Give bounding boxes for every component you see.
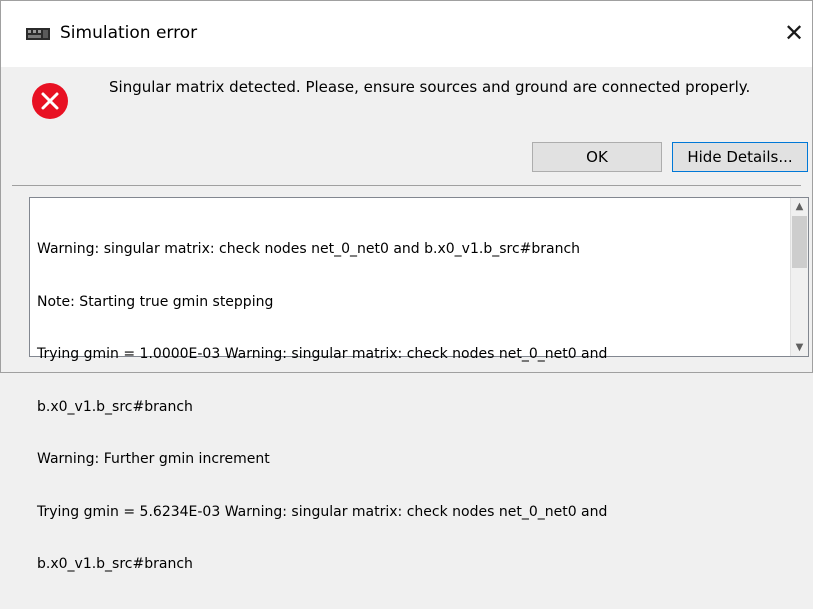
ok-button[interactable]: OK xyxy=(532,142,662,172)
title-bar: Simulation error ✕ xyxy=(1,1,812,67)
error-circle-x-icon xyxy=(32,83,68,119)
scroll-up-arrow-icon[interactable]: ▲ xyxy=(791,198,808,215)
scroll-thumb[interactable] xyxy=(792,216,807,268)
log-line: b.x0_v1.b_src#branch xyxy=(37,556,193,572)
log-line: b.x0_v1.b_src#branch xyxy=(37,398,193,415)
hide-details-button[interactable]: Hide Details... xyxy=(672,142,808,172)
close-button[interactable]: ✕ xyxy=(781,19,807,47)
log-line: Trying gmin = 5.6234E-03 Warning: singul… xyxy=(37,503,608,520)
details-log: Warning: singular matrix: check nodes ne… xyxy=(37,206,797,609)
vertical-scrollbar[interactable]: ▲ ▼ xyxy=(790,198,808,356)
details-textarea[interactable]: Warning: singular matrix: check nodes ne… xyxy=(29,197,809,572)
log-line: Warning: singular matrix: check nodes ne… xyxy=(37,241,581,257)
scroll-down-arrow-icon[interactable]: ▼ xyxy=(791,339,808,356)
log-line: Note: Starting true gmin stepping xyxy=(37,293,274,310)
close-icon[interactable]: ✕ xyxy=(784,19,804,47)
simulation-error-dialog: Simulation error ✕ Singular matrix detec… xyxy=(0,0,813,572)
log-line: Warning: Further gmin increment xyxy=(37,451,270,467)
simulator-app-icon xyxy=(26,28,50,40)
error-message: Singular matrix detected. Please, ensure… xyxy=(109,78,751,96)
dialog-title: Simulation error xyxy=(60,23,198,43)
log-line: Trying gmin = 1.0000E-03 Warning: singul… xyxy=(37,346,608,362)
divider xyxy=(12,185,801,186)
